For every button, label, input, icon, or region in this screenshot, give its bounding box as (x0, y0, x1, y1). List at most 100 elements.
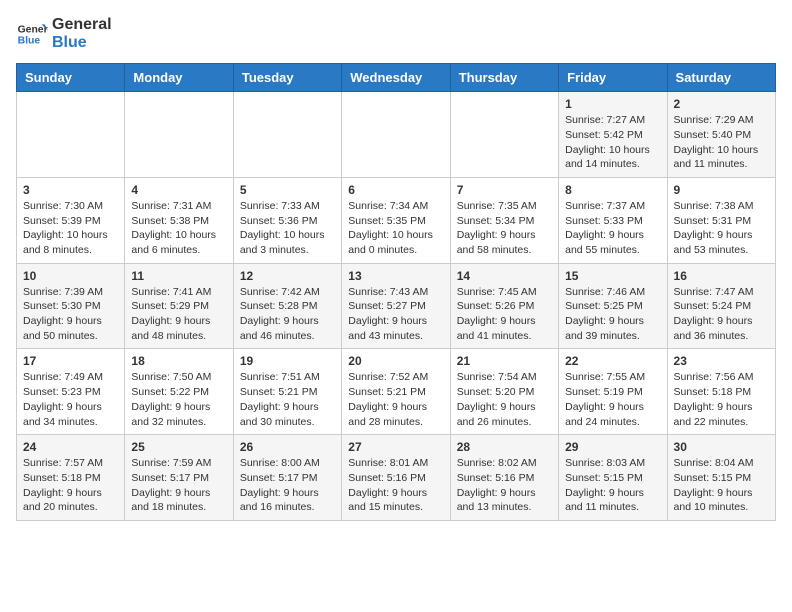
calendar-cell: 30 Sunrise: 8:04 AM Sunset: 5:15 PM Dayli… (667, 435, 775, 521)
calendar-cell: 25Sunrise: 7:59 AM Sunset: 5:17 PM Dayli… (125, 435, 233, 521)
calendar-cell: 29 Sunrise: 8:03 AM Sunset: 5:15 PM Dayli… (559, 435, 667, 521)
day-number: 26 (240, 440, 335, 454)
calendar-cell: 14 Sunrise: 7:45 AM Sunset: 5:26 PM Dayli… (450, 263, 558, 349)
weekday-header-friday: Friday (559, 64, 667, 92)
day-info: Sunrise: 7:34 AM Sunset: 5:35 PM Dayligh… (348, 199, 443, 258)
calendar-cell: 23 Sunrise: 7:56 AM Sunset: 5:18 PM Dayli… (667, 349, 775, 435)
page-header: General Blue General Blue (16, 16, 776, 51)
calendar-cell: 3Sunrise: 7:30 AM Sunset: 5:39 PM Daylig… (17, 177, 125, 263)
calendar-cell: 5Sunrise: 7:33 AM Sunset: 5:36 PM Daylig… (233, 177, 341, 263)
day-info: Sunrise: 7:35 AM Sunset: 5:34 PM Dayligh… (457, 199, 552, 258)
calendar-cell (17, 92, 125, 178)
day-info: Sunrise: 7:51 AM Sunset: 5:21 PM Dayligh… (240, 370, 335, 429)
day-number: 4 (131, 183, 226, 197)
day-info: Sunrise: 8:01 AM Sunset: 5:16 PM Dayligh… (348, 456, 443, 515)
day-number: 25 (131, 440, 226, 454)
day-number: 23 (674, 354, 769, 368)
day-number: 5 (240, 183, 335, 197)
calendar-cell: 24Sunrise: 7:57 AM Sunset: 5:18 PM Dayli… (17, 435, 125, 521)
calendar-table: SundayMondayTuesdayWednesdayThursdayFrid… (16, 63, 776, 521)
day-number: 7 (457, 183, 552, 197)
day-info: Sunrise: 7:41 AM Sunset: 5:29 PM Dayligh… (131, 285, 226, 344)
weekday-header-row: SundayMondayTuesdayWednesdayThursdayFrid… (17, 64, 776, 92)
calendar-cell (450, 92, 558, 178)
calendar-cell: 15 Sunrise: 7:46 AM Sunset: 5:25 PM Dayli… (559, 263, 667, 349)
day-number: 15 (565, 269, 660, 283)
day-number: 14 (457, 269, 552, 283)
calendar-cell: 16 Sunrise: 7:47 AM Sunset: 5:24 PM Dayli… (667, 263, 775, 349)
weekday-header-monday: Monday (125, 64, 233, 92)
day-info: Sunrise: 7:37 AM Sunset: 5:33 PM Dayligh… (565, 199, 660, 258)
day-number: 10 (23, 269, 118, 283)
day-info: Sunrise: 7:30 AM Sunset: 5:39 PM Dayligh… (23, 199, 118, 258)
day-info: Sunrise: 8:04 AM Sunset: 5:15 PM Dayligh… (674, 456, 769, 515)
calendar-cell: 26 Sunrise: 8:00 AM Sunset: 5:17 PM Dayli… (233, 435, 341, 521)
day-number: 19 (240, 354, 335, 368)
calendar-cell: 17 Sunrise: 7:49 AM Sunset: 5:23 PM Dayli… (17, 349, 125, 435)
day-info: Sunrise: 8:02 AM Sunset: 5:16 PM Dayligh… (457, 456, 552, 515)
calendar-cell: 7 Sunrise: 7:35 AM Sunset: 5:34 PM Daylig… (450, 177, 558, 263)
logo-icon: General Blue (16, 18, 48, 50)
day-number: 6 (348, 183, 443, 197)
calendar-cell: 12 Sunrise: 7:42 AM Sunset: 5:28 PM Dayli… (233, 263, 341, 349)
day-info: Sunrise: 7:55 AM Sunset: 5:19 PM Dayligh… (565, 370, 660, 429)
day-info: Sunrise: 8:03 AM Sunset: 5:15 PM Dayligh… (565, 456, 660, 515)
logo: General Blue General Blue (16, 16, 112, 51)
day-number: 17 (23, 354, 118, 368)
week-row-5: 24Sunrise: 7:57 AM Sunset: 5:18 PM Dayli… (17, 435, 776, 521)
day-info: Sunrise: 7:50 AM Sunset: 5:22 PM Dayligh… (131, 370, 226, 429)
logo-text-general: General (52, 16, 112, 34)
calendar-cell: 8 Sunrise: 7:37 AM Sunset: 5:33 PM Daylig… (559, 177, 667, 263)
calendar-cell: 2 Sunrise: 7:29 AM Sunset: 5:40 PM Daylig… (667, 92, 775, 178)
day-info: Sunrise: 7:45 AM Sunset: 5:26 PM Dayligh… (457, 285, 552, 344)
week-row-4: 17 Sunrise: 7:49 AM Sunset: 5:23 PM Dayli… (17, 349, 776, 435)
day-info: Sunrise: 7:29 AM Sunset: 5:40 PM Dayligh… (674, 113, 769, 172)
calendar-cell: 28 Sunrise: 8:02 AM Sunset: 5:16 PM Dayli… (450, 435, 558, 521)
calendar-cell: 19 Sunrise: 7:51 AM Sunset: 5:21 PM Dayli… (233, 349, 341, 435)
day-info: Sunrise: 7:56 AM Sunset: 5:18 PM Dayligh… (674, 370, 769, 429)
day-info: Sunrise: 7:42 AM Sunset: 5:28 PM Dayligh… (240, 285, 335, 344)
day-number: 27 (348, 440, 443, 454)
calendar-cell: 4 Sunrise: 7:31 AM Sunset: 5:38 PM Daylig… (125, 177, 233, 263)
calendar-cell (125, 92, 233, 178)
week-row-1: 1 Sunrise: 7:27 AM Sunset: 5:42 PM Daylig… (17, 92, 776, 178)
weekday-header-saturday: Saturday (667, 64, 775, 92)
day-number: 13 (348, 269, 443, 283)
day-info: Sunrise: 8:00 AM Sunset: 5:17 PM Dayligh… (240, 456, 335, 515)
calendar-cell: 6 Sunrise: 7:34 AM Sunset: 5:35 PM Daylig… (342, 177, 450, 263)
calendar-cell: 9 Sunrise: 7:38 AM Sunset: 5:31 PM Daylig… (667, 177, 775, 263)
weekday-header-tuesday: Tuesday (233, 64, 341, 92)
calendar-cell: 13 Sunrise: 7:43 AM Sunset: 5:27 PM Dayli… (342, 263, 450, 349)
day-info: Sunrise: 7:39 AM Sunset: 5:30 PM Dayligh… (23, 285, 118, 344)
week-row-2: 3Sunrise: 7:30 AM Sunset: 5:39 PM Daylig… (17, 177, 776, 263)
day-number: 8 (565, 183, 660, 197)
day-number: 20 (348, 354, 443, 368)
day-number: 16 (674, 269, 769, 283)
calendar-cell: 22Sunrise: 7:55 AM Sunset: 5:19 PM Dayli… (559, 349, 667, 435)
calendar-cell: 20Sunrise: 7:52 AM Sunset: 5:21 PM Dayli… (342, 349, 450, 435)
day-number: 12 (240, 269, 335, 283)
calendar-cell: 21 Sunrise: 7:54 AM Sunset: 5:20 PM Dayli… (450, 349, 558, 435)
day-number: 30 (674, 440, 769, 454)
day-number: 24 (23, 440, 118, 454)
day-info: Sunrise: 7:54 AM Sunset: 5:20 PM Dayligh… (457, 370, 552, 429)
calendar-cell: 27 Sunrise: 8:01 AM Sunset: 5:16 PM Dayli… (342, 435, 450, 521)
day-info: Sunrise: 7:27 AM Sunset: 5:42 PM Dayligh… (565, 113, 660, 172)
day-number: 1 (565, 97, 660, 111)
day-info: Sunrise: 7:49 AM Sunset: 5:23 PM Dayligh… (23, 370, 118, 429)
day-number: 18 (131, 354, 226, 368)
weekday-header-thursday: Thursday (450, 64, 558, 92)
day-info: Sunrise: 7:43 AM Sunset: 5:27 PM Dayligh… (348, 285, 443, 344)
day-number: 21 (457, 354, 552, 368)
day-number: 29 (565, 440, 660, 454)
day-info: Sunrise: 7:31 AM Sunset: 5:38 PM Dayligh… (131, 199, 226, 258)
svg-text:Blue: Blue (18, 35, 41, 46)
day-info: Sunrise: 7:46 AM Sunset: 5:25 PM Dayligh… (565, 285, 660, 344)
day-number: 28 (457, 440, 552, 454)
day-number: 2 (674, 97, 769, 111)
calendar-cell: 11 Sunrise: 7:41 AM Sunset: 5:29 PM Dayli… (125, 263, 233, 349)
day-number: 11 (131, 269, 226, 283)
day-number: 9 (674, 183, 769, 197)
day-info: Sunrise: 7:47 AM Sunset: 5:24 PM Dayligh… (674, 285, 769, 344)
day-info: Sunrise: 7:38 AM Sunset: 5:31 PM Dayligh… (674, 199, 769, 258)
